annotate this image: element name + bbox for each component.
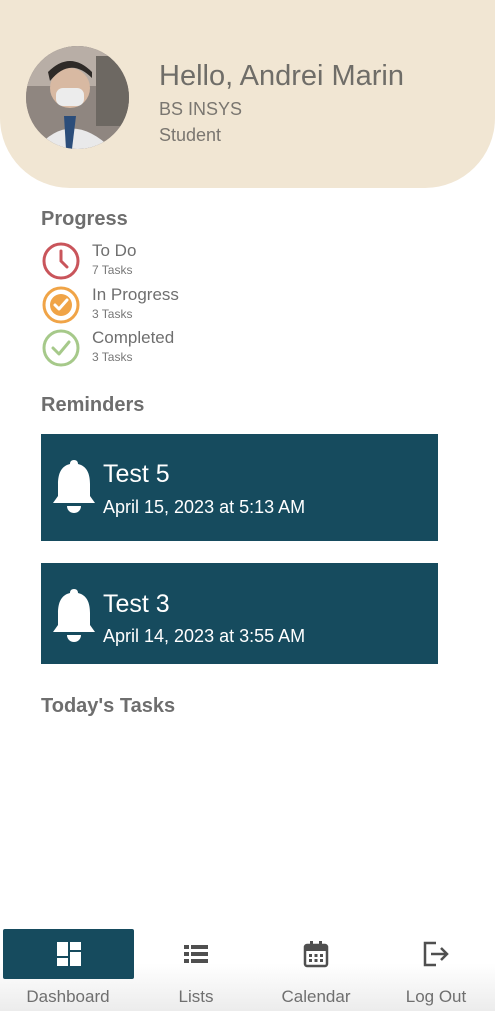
progress-heading: Progress — [41, 208, 128, 230]
progress-label: Completed — [92, 328, 175, 347]
bottom-navigation: Dashboard Lists Calendar Log Out — [0, 925, 495, 1011]
nav-calendar[interactable]: Calendar — [254, 925, 378, 1011]
role-label: Student — [159, 125, 222, 145]
nav-label: Lists — [178, 987, 214, 1006]
bell-icon — [53, 589, 95, 642]
check-circle-icon — [42, 329, 80, 367]
logout-icon — [423, 941, 449, 967]
reminder-date: April 15, 2023 at 5:13 AM — [103, 497, 306, 517]
progress-icon — [42, 286, 80, 324]
program-label: BS INSYS — [159, 99, 243, 119]
progress-in-progress[interactable]: In Progress 3 Tasks — [41, 285, 301, 327]
reminder-date: April 14, 2023 at 3:55 AM — [103, 626, 306, 646]
progress-count: 3 Tasks — [92, 307, 133, 321]
progress-count: 7 Tasks — [92, 263, 133, 277]
progress-completed[interactable]: Completed 3 Tasks — [41, 328, 301, 370]
nav-label: Calendar — [281, 987, 351, 1006]
nav-label: Dashboard — [26, 987, 110, 1006]
nav-lists[interactable]: Lists — [134, 925, 258, 1011]
progress-todo[interactable]: To Do 7 Tasks — [41, 241, 301, 283]
reminder-card[interactable]: Test 5 April 15, 2023 at 5:13 AM — [41, 434, 438, 541]
dashboard-icon — [57, 942, 81, 966]
greeting: Hello, Andrei Marin — [159, 60, 404, 92]
profile-header: Hello, Andrei Marin BS INSYS Student — [0, 0, 495, 188]
reminder-card[interactable]: Test 3 April 14, 2023 at 3:55 AM — [41, 563, 438, 664]
reminder-title: Test 5 — [103, 460, 170, 488]
progress-label: In Progress — [92, 285, 179, 304]
avatar[interactable] — [26, 46, 129, 149]
reminder-title: Test 3 — [103, 590, 170, 618]
calendar-icon — [303, 941, 329, 968]
nav-dashboard[interactable]: Dashboard — [3, 925, 134, 1011]
progress-count: 3 Tasks — [92, 350, 133, 364]
clock-icon — [42, 242, 80, 280]
nav-logout[interactable]: Log Out — [374, 925, 495, 1011]
reminders-heading: Reminders — [41, 394, 145, 416]
bell-icon — [53, 460, 95, 513]
progress-label: To Do — [92, 241, 137, 260]
todays-tasks-heading: Today's Tasks — [41, 695, 176, 717]
nav-label: Log Out — [405, 987, 467, 1006]
list-icon — [184, 945, 208, 963]
